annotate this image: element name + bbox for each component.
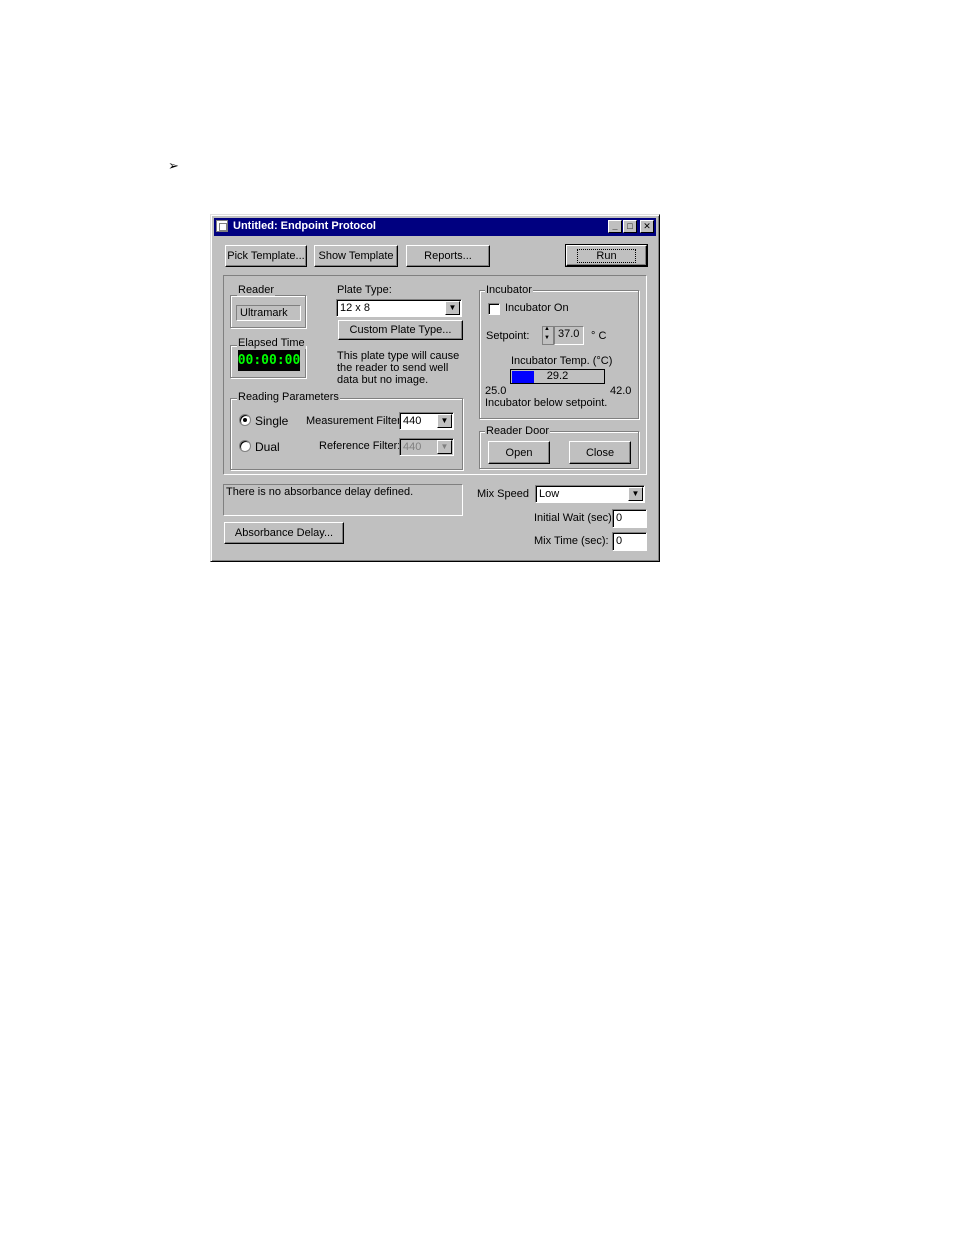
mix-speed-select[interactable]: Low ▼ [535, 485, 645, 503]
window-title: Untitled: Endpoint Protocol [233, 220, 376, 232]
mix-time-input[interactable]: 0 [612, 532, 647, 551]
initial-wait-label: Initial Wait (sec): [534, 512, 615, 524]
reference-filter-chevron-down-icon[interactable]: ▼ [437, 440, 452, 454]
plate-type-select[interactable]: 12 x 8 ▼ [336, 299, 462, 317]
absorbance-delay-message: There is no absorbance delay defined. [226, 486, 414, 498]
mix-time-value: 0 [616, 535, 623, 547]
measurement-filter-label: Measurement Filter: [306, 415, 404, 427]
reader-name: Ultramark [240, 307, 288, 319]
reader-group-label: Reader [237, 284, 276, 296]
plate-type-chevron-down-icon[interactable]: ▼ [445, 301, 460, 315]
incubator-status: Incubator below setpoint. [485, 397, 608, 409]
setpoint-field[interactable]: 37.0 [554, 326, 584, 345]
incubator-on-checkbox[interactable] [488, 303, 500, 315]
dual-radio[interactable] [239, 440, 251, 452]
mix-speed-chevron-down-icon[interactable]: ▼ [628, 487, 643, 501]
title-bar[interactable]: Untitled: Endpoint Protocol _ □ ✕ [214, 218, 656, 236]
run-button-label: Run [577, 248, 636, 263]
spin-down-icon[interactable]: ▼ [544, 335, 550, 341]
temp-min-label: 25.0 [485, 385, 507, 397]
absorbance-delay-button[interactable]: Absorbance Delay... [224, 522, 344, 544]
setpoint-spinner[interactable]: ▲ ▼ [542, 326, 554, 345]
initial-wait-input[interactable]: 0 [612, 509, 647, 528]
reports-button[interactable]: Reports... [406, 245, 490, 267]
plate-type-value: 12 x 8 [340, 302, 370, 314]
reader-name-field: Ultramark [236, 305, 301, 321]
mix-time-label: Mix Time (sec): [534, 535, 609, 547]
elapsed-time-display: 00:00:00 [238, 350, 300, 371]
incubator-temp-bar: 29.2 [510, 369, 605, 384]
mix-speed-label: Mix Speed [477, 488, 529, 500]
arrow-bullet-icon: ➢ [168, 158, 179, 173]
single-radio[interactable] [239, 414, 251, 426]
maximize-icon[interactable]: □ [623, 220, 637, 233]
measurement-filter-select[interactable]: 440 ▼ [399, 412, 454, 430]
reader-door-label: Reader Door [485, 425, 550, 437]
reference-filter-label: Reference Filter: [319, 440, 401, 452]
reading-parameters-label: Reading Parameters [237, 391, 340, 403]
reading-parameters-group [230, 398, 463, 470]
door-open-button[interactable]: Open [488, 441, 550, 464]
setpoint-value: 37.0 [558, 328, 580, 340]
incubator-temp-value: 29.2 [546, 370, 569, 382]
show-template-button[interactable]: Show Template [314, 245, 398, 267]
reference-filter-value: 440 [403, 441, 422, 453]
reference-filter-select[interactable]: 440 ▼ [399, 438, 454, 456]
plate-type-label: Plate Type: [337, 284, 392, 296]
measurement-filter-chevron-down-icon[interactable]: ▼ [437, 414, 452, 428]
absorbance-delay-info: There is no absorbance delay defined. [223, 484, 463, 516]
setpoint-label: Setpoint: [486, 330, 530, 342]
measurement-filter-value: 440 [403, 415, 422, 427]
incubator-on-label[interactable]: Incubator On [505, 302, 569, 314]
plate-type-note: This plate type will cause the reader to… [337, 350, 460, 386]
close-icon[interactable]: ✕ [640, 220, 654, 233]
run-button[interactable]: Run [565, 244, 648, 267]
pick-template-button[interactable]: Pick Template... [225, 245, 307, 267]
spin-up-icon[interactable]: ▲ [544, 326, 550, 332]
incubator-group-label: Incubator [485, 284, 533, 296]
door-close-button[interactable]: Close [569, 441, 631, 464]
initial-wait-value: 0 [616, 512, 623, 524]
elapsed-time-label: Elapsed Time [237, 337, 306, 349]
setpoint-unit: ° C [591, 330, 607, 342]
incubator-temp-label: Incubator Temp. (°C) [511, 355, 613, 367]
custom-plate-type-button[interactable]: Custom Plate Type... [338, 320, 463, 340]
minimize-icon[interactable]: _ [608, 220, 622, 233]
dual-radio-label[interactable]: Dual [255, 440, 280, 454]
single-radio-label[interactable]: Single [255, 414, 288, 428]
endpoint-protocol-window: Untitled: Endpoint Protocol _ □ ✕ Pick T… [210, 214, 660, 562]
window-icon[interactable] [216, 220, 228, 232]
temp-max-label: 42.0 [610, 385, 632, 397]
mix-speed-value: Low [539, 488, 560, 500]
